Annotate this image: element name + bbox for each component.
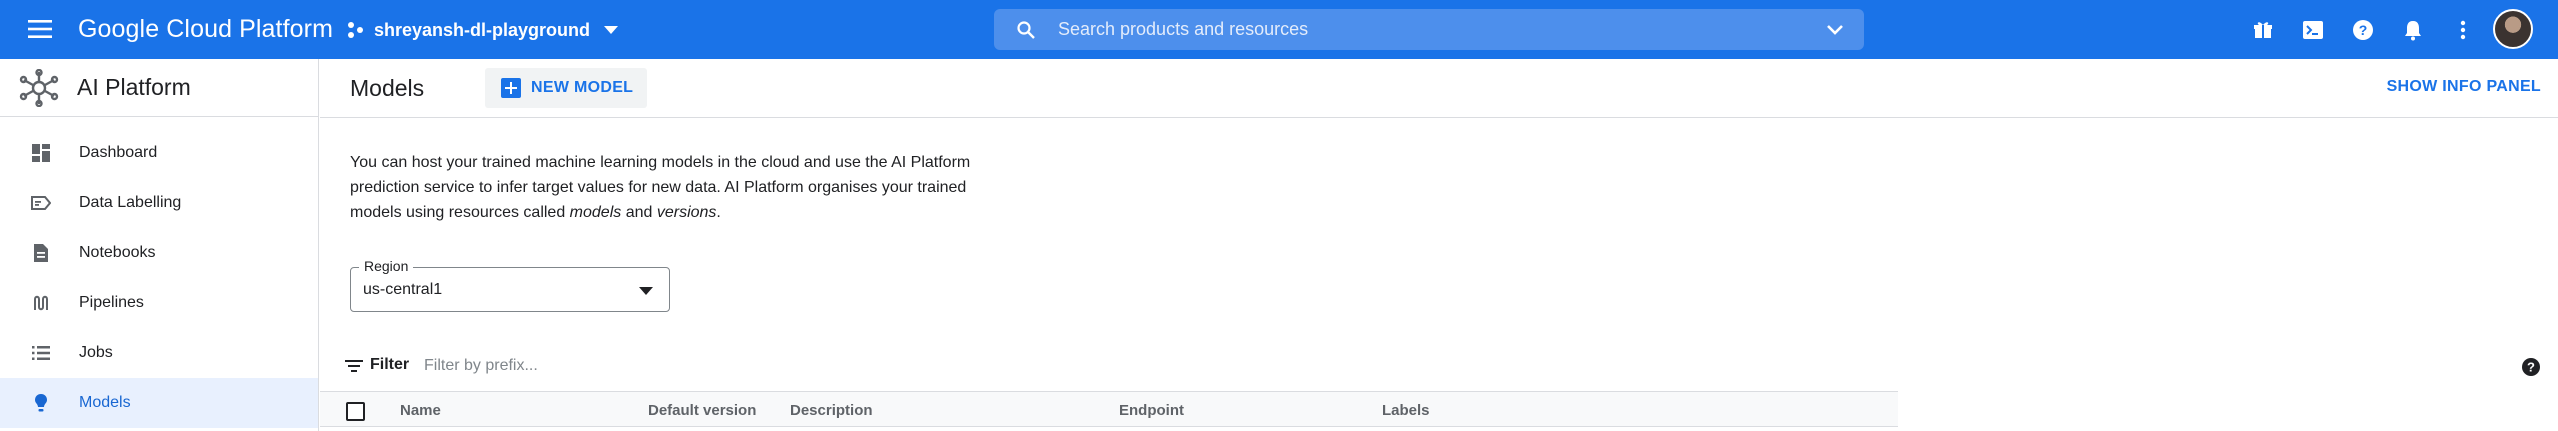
chevron-down-icon: [604, 26, 619, 34]
help-icon[interactable]: ?: [2350, 17, 2376, 43]
description-text: .: [716, 204, 721, 221]
region-value: us-central1: [363, 281, 443, 298]
show-info-panel-button[interactable]: SHOW INFO PANEL: [2387, 78, 2541, 96]
sidebar-item-data-labelling[interactable]: Data Labelling: [0, 178, 318, 228]
notebooks-icon: [30, 243, 52, 263]
region-select[interactable]: Region us-central1: [350, 258, 670, 312]
filter-label[interactable]: Filter: [370, 356, 409, 374]
sidebar-item-label: Models: [79, 394, 131, 411]
project-selector[interactable]: shreyansh-dl-playground: [346, 17, 619, 43]
description-text: and: [621, 204, 657, 221]
filter-icon[interactable]: [345, 359, 363, 373]
add-icon: [501, 78, 521, 98]
column-header-labels[interactable]: Labels: [1382, 402, 1430, 419]
help-icon[interactable]: ?: [2521, 357, 2541, 377]
column-header-description[interactable]: Description: [790, 402, 873, 419]
filter-bar: Filter ?: [320, 350, 2558, 382]
top-bar: Google Cloud Platform shreyansh-dl-playg…: [0, 0, 2558, 59]
sidebar-item-notebooks[interactable]: Notebooks: [0, 228, 318, 278]
brand-title[interactable]: Google Cloud Platform: [78, 15, 333, 44]
sidebar-item-pipelines[interactable]: Pipelines: [0, 278, 318, 328]
sidebar-item-label: Pipelines: [79, 294, 144, 311]
gift-icon[interactable]: [2250, 17, 2276, 43]
sidebar-item-label: Dashboard: [79, 144, 158, 161]
column-header-default-version[interactable]: Default version: [648, 402, 756, 419]
data-labelling-icon: [30, 195, 52, 211]
svg-text:?: ?: [2359, 22, 2368, 38]
sidebar-item-models[interactable]: Models: [0, 378, 318, 428]
more-vert-icon[interactable]: [2450, 17, 2476, 43]
dropdown-arrow-icon: [639, 287, 653, 295]
main-menu-icon[interactable]: [26, 17, 54, 41]
project-icon: [346, 21, 364, 39]
svg-text:?: ?: [2527, 360, 2535, 375]
avatar[interactable]: [2493, 9, 2533, 49]
region-label: Region: [359, 258, 414, 274]
dashboard-icon: [30, 144, 52, 162]
search-icon: [1016, 20, 1036, 40]
search-expand-icon[interactable]: [1826, 24, 1844, 36]
sidebar-item-jobs[interactable]: Jobs: [0, 328, 318, 378]
pipelines-icon: [30, 294, 52, 312]
page-description: You can host your trained machine learni…: [350, 150, 1010, 225]
select-all-checkbox[interactable]: [346, 402, 365, 421]
filter-input[interactable]: [424, 354, 924, 378]
jobs-icon: [30, 345, 52, 361]
project-name: shreyansh-dl-playground: [374, 19, 591, 40]
sidebar-item-dashboard[interactable]: Dashboard: [0, 128, 318, 178]
sidebar: AI Platform Dashboard Data Labelling Not…: [0, 59, 319, 431]
column-header-endpoint[interactable]: Endpoint: [1119, 402, 1184, 419]
column-header-name[interactable]: Name: [400, 402, 441, 419]
models-table-header: Name Default version Description Endpoin…: [320, 391, 1898, 427]
sidebar-item-label: Jobs: [79, 344, 113, 361]
sidebar-title: AI Platform: [77, 74, 191, 100]
cloud-shell-icon[interactable]: [2300, 17, 2326, 43]
new-model-button[interactable]: NEW MODEL: [485, 68, 648, 108]
sidebar-item-label: Notebooks: [79, 244, 156, 261]
description-emphasis-versions: versions: [656, 204, 717, 221]
page-title: Models: [350, 75, 425, 101]
search-input[interactable]: [1058, 19, 1826, 40]
sidebar-item-label: Data Labelling: [79, 194, 182, 211]
models-icon: [30, 393, 52, 413]
sidebar-header: AI Platform: [0, 59, 319, 117]
ai-platform-logo-icon: [19, 68, 59, 107]
description-emphasis-models: models: [569, 204, 622, 221]
search-bar[interactable]: [994, 9, 1864, 50]
page-header: Models NEW MODEL SHOW INFO PANEL: [320, 59, 2558, 118]
new-model-label: NEW MODEL: [531, 79, 634, 96]
notifications-icon[interactable]: [2400, 17, 2426, 43]
